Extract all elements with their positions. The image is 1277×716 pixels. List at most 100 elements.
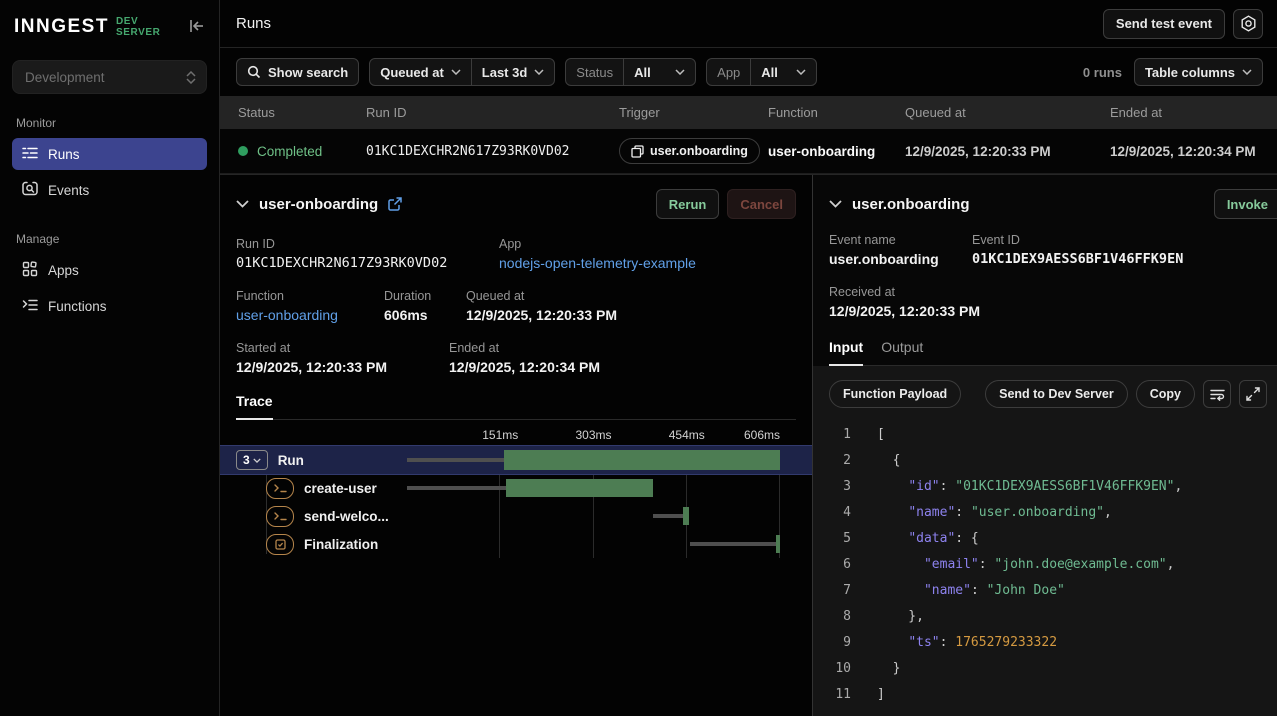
search-icon <box>247 65 261 79</box>
trace-span-bar <box>504 450 780 470</box>
trace-queue-bar <box>407 486 508 490</box>
page-title: Runs <box>236 15 271 32</box>
event-name-label: Event name <box>829 233 972 247</box>
gear-icon <box>1240 15 1257 32</box>
trace-tick-label: 454ms <box>669 428 705 442</box>
invoke-button[interactable]: Invoke <box>1214 189 1277 219</box>
settings-button[interactable] <box>1233 9 1263 39</box>
trace-row-label: Run <box>278 453 304 468</box>
tab-output[interactable]: Output <box>881 339 923 365</box>
chevron-down-icon <box>1242 69 1252 75</box>
app-link[interactable]: nodejs-open-telemetry-example <box>499 255 696 271</box>
queued-at-dropdown[interactable]: Queued at <box>370 59 471 85</box>
trace-span-bar <box>506 479 653 497</box>
code-line: 3 "id": "01KC1DEX9AESS6BF1V46FFK9EN", <box>829 474 1267 500</box>
main-area: Runs Send test event Show search Queued … <box>220 0 1277 716</box>
trace-tab-row: Trace <box>236 393 796 420</box>
table-row[interactable]: Completed 01KC1DEXCHR2N617Z93RK0VD02 use… <box>220 129 1277 174</box>
section-manage-label: Manage <box>16 232 203 246</box>
sidebar-item-apps[interactable]: Apps <box>12 254 207 286</box>
status-filter-dropdown[interactable]: All <box>623 59 695 85</box>
trigger-pill[interactable]: user.onboarding <box>619 138 760 164</box>
table-columns-dropdown[interactable]: Table columns <box>1134 58 1263 86</box>
step-count-expander[interactable]: 3 <box>236 450 268 470</box>
received-at-value: 12/9/2025, 12:20:33 PM <box>829 303 980 319</box>
events-icon <box>22 181 38 199</box>
function-link[interactable]: user-onboarding <box>236 307 384 323</box>
time-filter-group: Queued at Last 3d <box>369 58 555 86</box>
status-dot-icon <box>238 146 248 156</box>
payload-section: Function Payload Send to Dev Server Copy… <box>813 366 1277 716</box>
sidebar-item-label: Apps <box>48 263 79 278</box>
event-tabs: Input Output <box>829 339 1277 366</box>
started-value: 12/9/2025, 12:20:33 PM <box>236 359 449 375</box>
trace-row-label: send-welco... <box>304 509 389 524</box>
runs-icon <box>22 146 38 163</box>
sidebar-item-events[interactable]: Events <box>12 174 207 206</box>
copy-button[interactable]: Copy <box>1136 380 1195 408</box>
send-to-dev-server-button[interactable]: Send to Dev Server <box>985 380 1128 408</box>
trace-row[interactable]: Finalization <box>220 530 812 558</box>
expand-payload-button[interactable] <box>1239 380 1267 408</box>
run-status-cell: Completed <box>238 144 366 159</box>
trace-row[interactable]: create-user <box>220 474 812 502</box>
checkbox-icon <box>266 534 294 555</box>
function-payload-button[interactable]: Function Payload <box>829 380 961 408</box>
show-search-button[interactable]: Show search <box>236 58 359 86</box>
collapse-event-chevron-icon[interactable] <box>829 200 842 208</box>
time-range-dropdown[interactable]: Last 3d <box>471 59 555 85</box>
cancel-button: Cancel <box>727 189 796 219</box>
ended-value: 12/9/2025, 12:20:34 PM <box>449 359 600 375</box>
tab-input[interactable]: Input <box>829 339 863 366</box>
details-area: user-onboarding Rerun Cancel Run ID 01KC… <box>220 174 1277 716</box>
apps-icon <box>22 261 38 280</box>
collapse-run-chevron-icon[interactable] <box>236 200 249 208</box>
external-link-icon[interactable] <box>388 197 402 211</box>
queued-at-cell: 12/9/2025, 12:20:33 PM <box>905 144 1110 159</box>
trigger-name: user.onboarding <box>650 144 748 158</box>
col-status: Status <box>238 105 366 120</box>
trace-tick-label: 303ms <box>575 428 611 442</box>
col-ended-at: Ended at <box>1110 105 1277 120</box>
code-line: 11] <box>829 682 1267 708</box>
chevron-down-icon <box>253 458 261 463</box>
rerun-button[interactable]: Rerun <box>656 189 720 219</box>
ended-at-cell: 12/9/2025, 12:20:34 PM <box>1110 144 1277 159</box>
trace-tick-label: 151ms <box>482 428 518 442</box>
sidebar-item-functions[interactable]: Functions <box>12 290 207 322</box>
expand-icon <box>1246 387 1260 401</box>
chevron-down-icon <box>796 69 806 75</box>
status-filter-group: Status All <box>565 58 696 86</box>
environment-select[interactable]: Development <box>12 60 207 94</box>
collapse-sidebar-icon[interactable] <box>189 19 205 36</box>
dev-server-badge: DEV SERVER <box>116 16 182 38</box>
ended-label: Ended at <box>449 341 600 355</box>
sidebar-item-label: Runs <box>48 147 80 162</box>
trace-span-bar <box>776 535 780 553</box>
code-line: 7 "name": "John Doe" <box>829 578 1267 604</box>
terminal-icon <box>266 478 294 499</box>
col-run-id: Run ID <box>366 105 619 120</box>
trace-row[interactable]: send-welco... <box>220 502 812 530</box>
chevron-down-icon <box>675 69 685 75</box>
code-line: 10 } <box>829 656 1267 682</box>
event-name-value: user.onboarding <box>829 251 972 267</box>
send-test-event-button[interactable]: Send test event <box>1103 9 1225 39</box>
trace-rows: 3 Run create-user send-welco... Finalization <box>220 446 812 558</box>
event-detail-panel: user.onboarding Invoke Event name user.o… <box>813 175 1277 716</box>
trace-queue-bar <box>407 458 506 462</box>
started-label: Started at <box>236 341 449 355</box>
word-wrap-button[interactable] <box>1203 380 1231 408</box>
code-line: 5 "data": { <box>829 526 1267 552</box>
inngest-logo: INNGEST <box>14 16 109 38</box>
trace-queue-bar <box>653 514 683 518</box>
received-at-label: Received at <box>829 285 980 299</box>
payload-code: 1[2 {3 "id": "01KC1DEX9AESS6BF1V46FFK9EN… <box>829 422 1267 708</box>
chevron-down-icon <box>451 69 461 75</box>
app-label: App <box>499 237 696 251</box>
sidebar-item-runs[interactable]: Runs <box>12 138 207 170</box>
app-filter-dropdown[interactable]: All <box>750 59 816 85</box>
tab-trace[interactable]: Trace <box>236 393 273 420</box>
trace-row-label: Finalization <box>304 537 378 552</box>
trace-row[interactable]: 3 Run <box>220 446 812 474</box>
